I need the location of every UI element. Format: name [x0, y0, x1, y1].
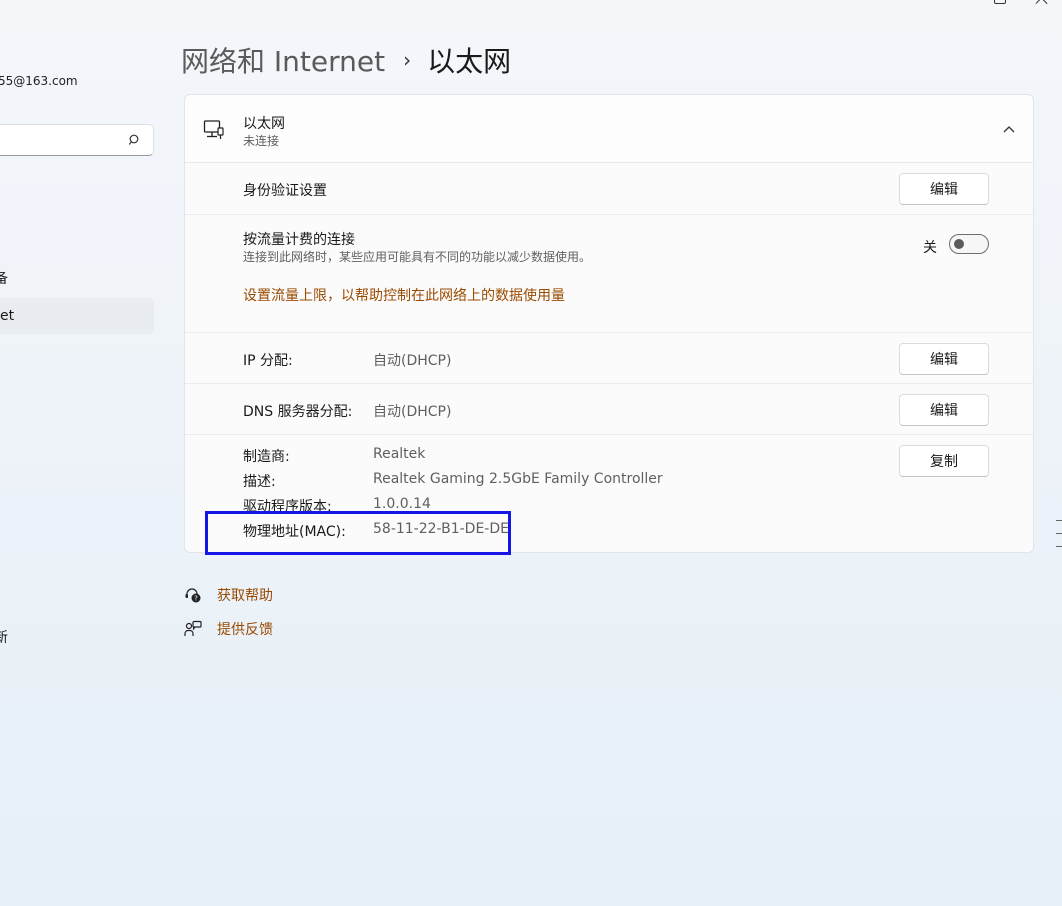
properties-row: 制造商: Realtek 描述: Realtek Gaming 2.5GbE F…: [185, 435, 1033, 553]
edge-fragment: [1056, 520, 1062, 610]
maximize-icon[interactable]: [994, 0, 1006, 4]
get-help-link[interactable]: ? 获取帮助: [184, 585, 273, 605]
svg-text:?: ?: [194, 595, 198, 603]
ethernet-icon: [203, 120, 224, 139]
property-label: 物理地址(MAC):: [243, 524, 346, 540]
sidebar-item-update[interactable]: 新: [0, 627, 8, 647]
breadcrumb-separator: ›: [403, 48, 412, 72]
metered-toggle-label: 关: [923, 240, 937, 256]
feedback-label: 提供反馈: [217, 622, 273, 638]
ethernet-card: 以太网 未连接 身份验证设置 编辑 按流量计费的连接 连接到此网络时，某些应用可…: [184, 94, 1034, 553]
dns-assignment-row: DNS 服务器分配: 自动(DHCP) 编辑: [185, 384, 1033, 435]
metered-description: 连接到此网络时，某些应用可能具有不同的功能以减少数据使用。: [243, 250, 592, 264]
property-label: 制造商:: [243, 449, 290, 465]
property-label: 描述:: [243, 474, 276, 490]
adapter-status: 未连接: [243, 134, 280, 148]
dns-assignment-value: 自动(DHCP): [373, 404, 452, 420]
property-value: Realtek Gaming 2.5GbE Family Controller: [373, 471, 663, 487]
property-driver-version: 驱动程序版本: 1.0.0.14: [185, 496, 1033, 516]
feedback-link[interactable]: 提供反馈: [184, 619, 273, 639]
auth-edit-button[interactable]: 编辑: [899, 173, 989, 205]
account-email: 55@163.com: [0, 74, 78, 88]
breadcrumb: 网络和 Internet › 以太网: [181, 40, 511, 80]
feedback-icon: [184, 620, 202, 636]
dns-assignment-label: DNS 服务器分配:: [243, 404, 353, 420]
ip-assignment-label: IP 分配:: [243, 353, 293, 369]
auth-settings-row: 身份验证设置 编辑: [185, 163, 1033, 215]
page-title: 以太网: [427, 45, 512, 78]
ip-edit-button[interactable]: 编辑: [899, 343, 989, 375]
property-label: 驱动程序版本:: [243, 499, 332, 515]
property-mac-address: 物理地址(MAC): 58-11-22-B1-DE-DE: [185, 521, 1033, 541]
sidebar-item-devices[interactable]: 备: [0, 268, 8, 288]
property-value: Realtek: [373, 446, 426, 462]
search-input[interactable]: [0, 124, 154, 156]
sidebar-item-network[interactable]: et: [0, 298, 154, 334]
metered-label: 按流量计费的连接: [243, 232, 355, 248]
metered-toggle[interactable]: [949, 234, 989, 254]
get-help-label: 获取帮助: [217, 588, 273, 604]
breadcrumb-parent[interactable]: 网络和 Internet: [181, 40, 385, 80]
metered-connection-row: 按流量计费的连接 连接到此网络时，某些应用可能具有不同的功能以减少数据使用。 关…: [185, 215, 1033, 333]
sidebar-item-privacy[interactable]: E: [0, 588, 1, 604]
property-value: 1.0.0.14: [373, 496, 431, 512]
window-controls: [994, 0, 1048, 4]
property-value: 58-11-22-B1-DE-DE: [373, 521, 509, 537]
data-limit-link[interactable]: 设置流量上限，以帮助控制在此网络上的数据使用量: [243, 285, 565, 305]
search-icon: [129, 134, 139, 145]
auth-settings-label: 身份验证设置: [243, 183, 327, 199]
copy-button[interactable]: 复制: [899, 445, 989, 477]
ethernet-header[interactable]: 以太网 未连接: [185, 95, 1033, 163]
ip-assignment-row: IP 分配: 自动(DHCP) 编辑: [185, 333, 1033, 384]
dns-edit-button[interactable]: 编辑: [899, 394, 989, 426]
adapter-name: 以太网: [243, 116, 285, 132]
chevron-up-icon[interactable]: [1003, 125, 1015, 133]
ip-assignment-value: 自动(DHCP): [373, 353, 452, 369]
help-icon: ?: [185, 588, 201, 603]
close-icon[interactable]: [1036, 0, 1048, 4]
sidebar-item-label: et: [0, 308, 15, 324]
